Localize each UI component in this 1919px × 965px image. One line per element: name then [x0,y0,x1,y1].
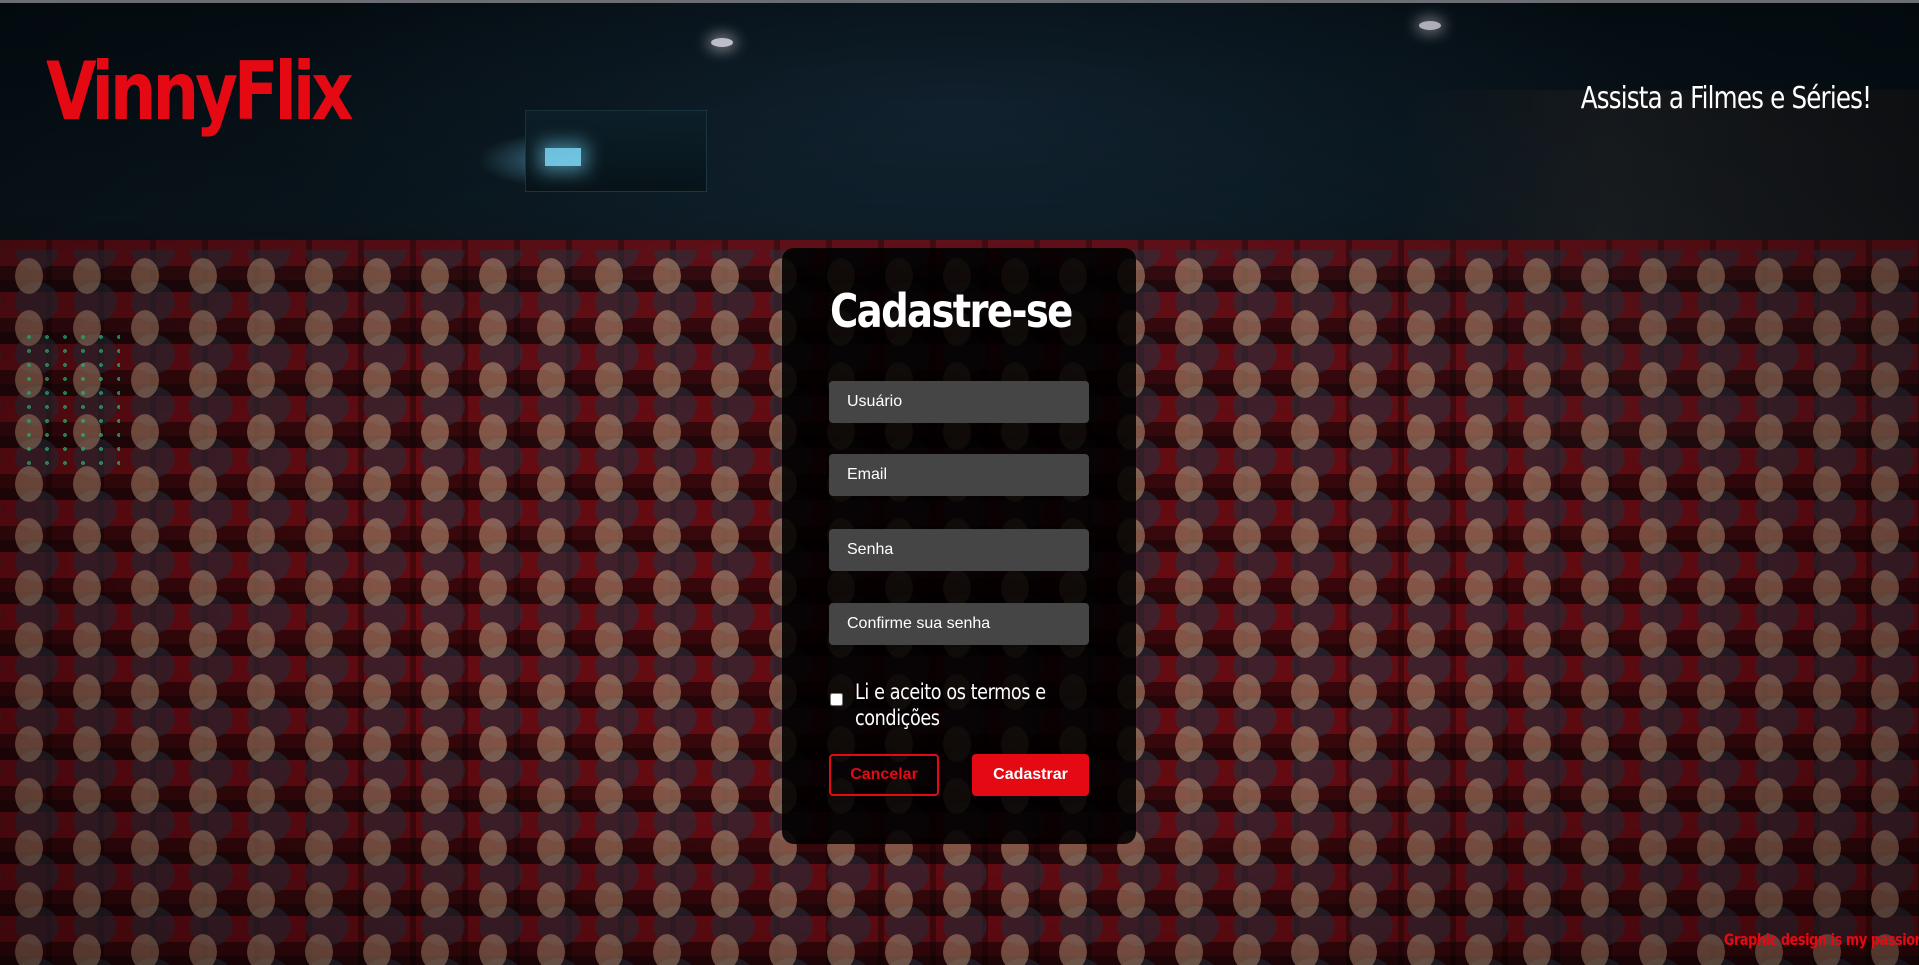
confirm-password-field[interactable] [829,603,1089,645]
footer-credit: Graphic design is my passion [1723,930,1919,949]
username-field[interactable] [829,381,1089,423]
terms-row: Li e aceito os termos e condições [830,679,1090,731]
signup-card: Cadastre-se Li e aceito os termos e cond… [782,248,1136,844]
tagline: Assista a Filmes e Séries! [1580,81,1872,116]
email-field[interactable] [829,454,1089,496]
submit-button[interactable]: Cadastrar [972,754,1089,796]
top-divider [0,0,1919,3]
logo[interactable]: VinnyFlix [46,52,354,132]
terms-label[interactable]: Li e aceito os termos e condições [855,679,1048,731]
signup-title: Cadastre-se [830,284,1073,338]
password-field[interactable] [829,529,1089,571]
cancel-button[interactable]: Cancelar [829,754,939,796]
terms-checkbox[interactable] [830,693,843,706]
